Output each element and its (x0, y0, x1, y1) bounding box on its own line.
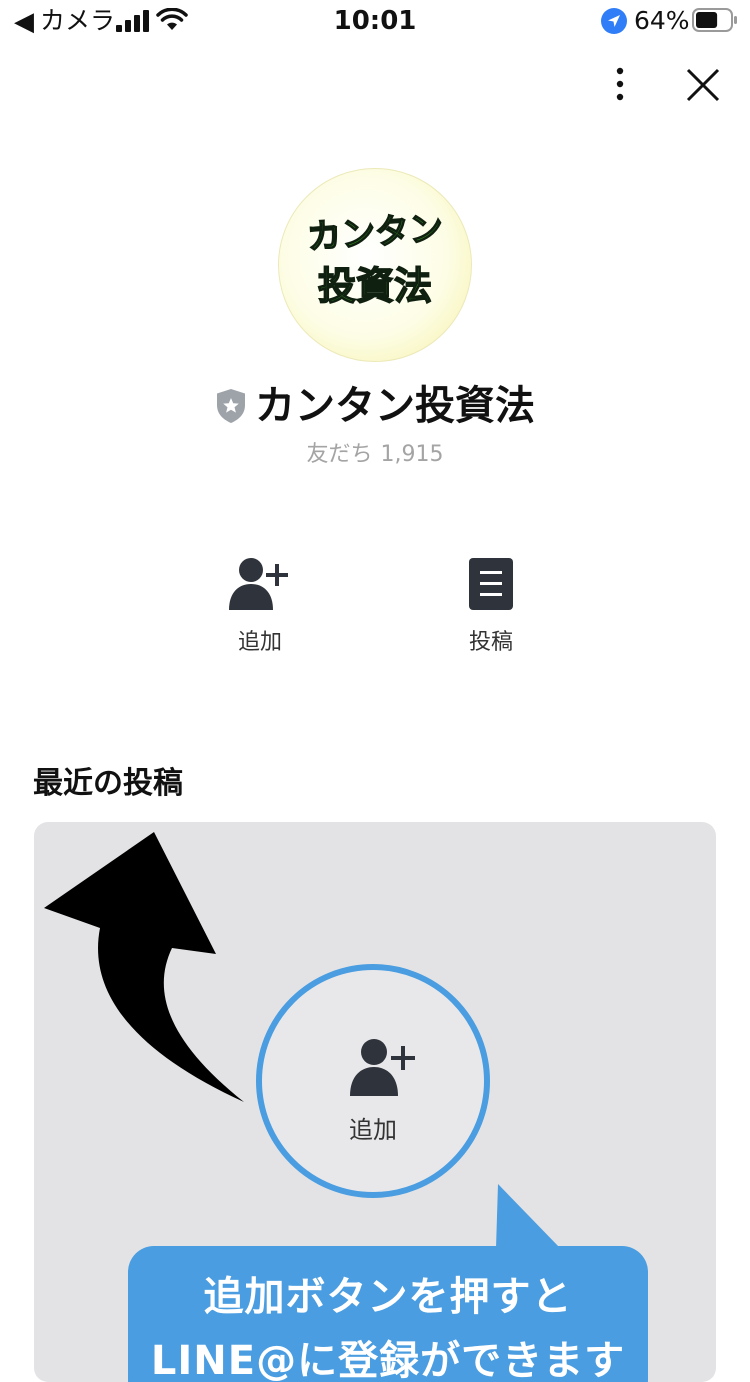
more-vertical-icon[interactable] (600, 64, 640, 104)
add-friend-icon (229, 558, 288, 610)
battery-percent: 64% (634, 6, 690, 35)
curved-arrow-icon (44, 832, 244, 1102)
friends-count: 1,915 (380, 442, 444, 467)
posts-button[interactable]: 投稿 (431, 556, 551, 656)
add-friend-button[interactable]: 追加 (200, 556, 320, 656)
avatar-text-line1: カンタン (305, 208, 445, 259)
account-name: カンタン投資法 (255, 383, 535, 429)
friends-count-row: 友だち 1,915 (0, 436, 750, 468)
post-add-label: 追加 (349, 1116, 397, 1144)
post-add-circle: 追加 (256, 964, 490, 1198)
post-card[interactable]: 追加 追加ボタンを押すと LINE@に登録ができます (34, 822, 716, 1382)
status-bar: ◀ カメラ 10:01 64% (0, 0, 750, 44)
post-callout-line2: LINE@に登録ができます (150, 1338, 626, 1382)
shield-star-icon (217, 389, 245, 423)
account-name-row: カンタン投資法 (0, 380, 750, 432)
post-callout-line1: 追加ボタンを押すと (203, 1274, 573, 1320)
post-callout: 追加ボタンを押すと LINE@に登録ができます (128, 1246, 648, 1382)
callout-tail (496, 1184, 560, 1248)
friends-label: 友だち (306, 442, 373, 467)
posts-label: 投稿 (468, 630, 513, 655)
battery-icon (692, 8, 737, 32)
avatar[interactable]: カンタン 投資法 (278, 168, 472, 362)
add-friend-label: 追加 (237, 630, 282, 655)
location-icon (601, 8, 627, 34)
recent-posts-title: 最近の投稿 (33, 766, 183, 801)
close-icon[interactable] (680, 62, 726, 108)
add-friend-icon (350, 1039, 415, 1096)
posts-icon (469, 558, 513, 610)
avatar-text-line2: 投資法 (317, 263, 433, 309)
